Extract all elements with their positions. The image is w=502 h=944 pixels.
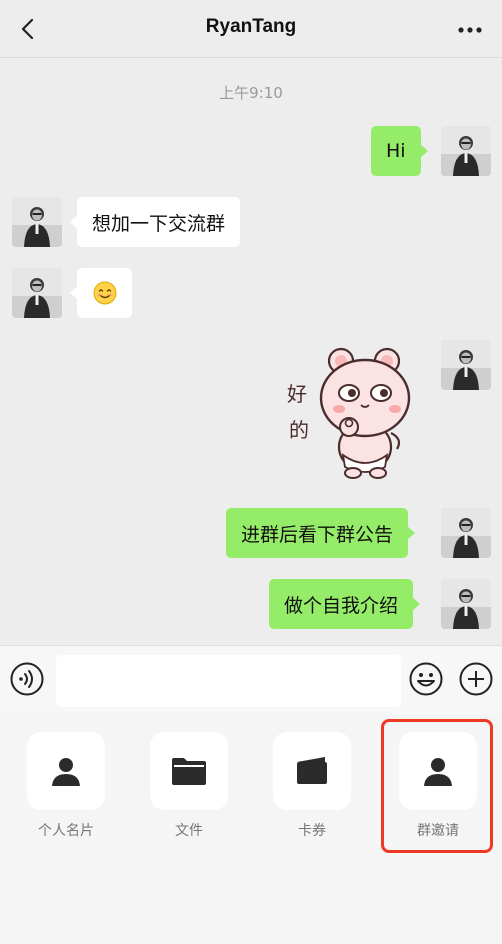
message-timestamp: 上午9:10 <box>219 84 283 102</box>
message-bubble[interactable]: 做个自我介绍 <box>269 579 421 629</box>
file-button[interactable]: 文件 <box>149 732 229 840</box>
tool-label: 文件 <box>175 823 203 839</box>
message-text: 进群后看下群公告 <box>241 523 394 546</box>
message-bubble[interactable]: Hi <box>371 126 428 176</box>
coupon-button[interactable]: 卡券 <box>272 732 352 840</box>
contact-card-button[interactable]: 个人名片 <box>26 732 106 840</box>
message-bubble[interactable]: 想加一下交流群 <box>69 197 241 247</box>
sticker-message[interactable]: 好 的 好的 <box>283 343 415 483</box>
file-tile[interactable] <box>150 732 228 810</box>
message-bubble[interactable]: ☺ <box>70 268 132 318</box>
tool-label: 群邀请 <box>417 823 459 839</box>
contact-card-icon <box>52 758 80 786</box>
message-bubble[interactable]: 进群后看下群公告 <box>226 508 416 558</box>
smile-emoji-icon <box>93 281 116 305</box>
tool-label: 个人名片 <box>38 823 94 839</box>
tool-label: 卡券 <box>298 823 326 839</box>
contact-card-tile[interactable] <box>27 732 105 810</box>
group-invite-button[interactable]: 群邀请 <box>398 732 478 840</box>
avatar[interactable] <box>441 126 491 176</box>
message-text: 想加一下交流群 <box>92 212 226 235</box>
avatar[interactable] <box>441 508 491 558</box>
plus-icon[interactable] <box>459 662 493 696</box>
folder-icon <box>172 758 206 785</box>
svg-text:的: 的 <box>289 418 309 442</box>
voice-input-icon[interactable] <box>10 662 44 696</box>
avatar[interactable] <box>441 340 491 390</box>
more-options-icon[interactable] <box>456 18 484 42</box>
chat-header: RyanTang <box>0 0 502 58</box>
message-input[interactable] <box>56 655 401 707</box>
more-functions-panel: 个人名片 文件 卡券 群邀请 <box>0 714 502 944</box>
svg-text:好: 好 <box>287 382 307 406</box>
input-bar <box>0 645 502 715</box>
message-text: Hi <box>386 140 406 162</box>
coupon-tile[interactable] <box>273 732 351 810</box>
avatar[interactable] <box>12 268 62 318</box>
group-invite-tile[interactable] <box>399 732 477 810</box>
group-invite-icon <box>424 758 452 786</box>
avatar[interactable] <box>441 579 491 629</box>
avatar[interactable] <box>12 197 62 247</box>
bear-ok-sticker-icon: 好 的 <box>287 347 411 479</box>
wallet-icon <box>297 757 327 784</box>
message-text: 做个自我介绍 <box>284 594 399 617</box>
chat-title: RyanTang <box>205 16 297 37</box>
emoji-icon[interactable] <box>409 662 443 696</box>
